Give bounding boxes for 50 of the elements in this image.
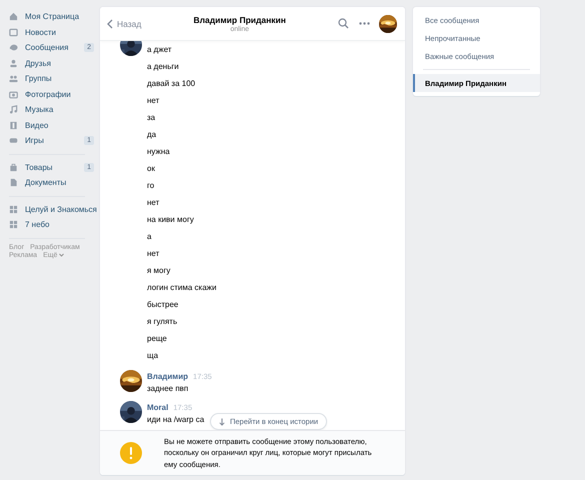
message-text: заднее пвп: [147, 383, 190, 395]
more-icon[interactable]: [359, 22, 370, 25]
home-icon: [9, 12, 18, 22]
people-icon: [9, 74, 18, 84]
message-text: нет: [147, 95, 160, 107]
message-text: го: [147, 180, 156, 192]
chat-icon: [9, 43, 18, 52]
message-text: иди на /warp са: [147, 414, 204, 426]
back-icon: [107, 18, 113, 28]
message-text: на киви могу: [147, 214, 195, 226]
author-name[interactable]: Владимир: [147, 372, 188, 380]
message-text: нет: [147, 248, 160, 260]
message-text: ок: [147, 163, 156, 175]
music-note-icon: [9, 105, 18, 114]
bag-icon: [9, 162, 18, 172]
sidebar-item[interactable]: 7 небо: [9, 217, 100, 232]
message-text: быстрее: [147, 299, 180, 311]
sidebar-item[interactable]: Музыка: [9, 102, 100, 118]
message-text: а: [147, 231, 152, 243]
author-name[interactable]: Moral: [147, 402, 168, 412]
warning-icon: [120, 442, 142, 464]
back-button[interactable]: Назад: [107, 18, 142, 28]
message-text: я гулять: [147, 316, 178, 328]
sidebar-item[interactable]: Фотографии: [9, 86, 100, 102]
sidebar-item[interactable]: Документы: [9, 175, 100, 190]
message-text: нужна: [147, 146, 171, 158]
message-text: а деньги: [147, 61, 180, 73]
message-text: да: [147, 129, 158, 141]
message-text: а джет: [147, 44, 173, 56]
sidebar-item[interactable]: Моя Страница: [9, 9, 100, 24]
message-text: я могу: [147, 265, 172, 277]
message-text: нет: [147, 197, 160, 209]
message-text: ща: [147, 350, 160, 362]
document-icon: [9, 178, 18, 188]
camera-icon: [9, 90, 18, 99]
sidebar-item[interactable]: Друзья: [9, 56, 100, 71]
sidebar-item[interactable]: Целуй и Знакомься: [9, 202, 100, 217]
down-arrow-icon: [219, 418, 225, 426]
person-icon: [9, 58, 18, 68]
sidebar-item[interactable]: Группы: [9, 71, 100, 86]
search-icon[interactable]: [338, 18, 349, 29]
message-text: за: [147, 112, 156, 124]
sidebar-item[interactable]: Видео: [9, 118, 100, 133]
message-text: реще: [147, 333, 168, 345]
sidebar-item[interactable]: Новости: [9, 24, 100, 40]
message-text: логин стима скажи: [147, 282, 216, 294]
chat-title: Владимир Приданкин: [194, 14, 286, 24]
message-text: давай за 100: [147, 78, 196, 90]
app-grid-icon: [9, 204, 18, 214]
app-grid-icon: [9, 220, 18, 230]
